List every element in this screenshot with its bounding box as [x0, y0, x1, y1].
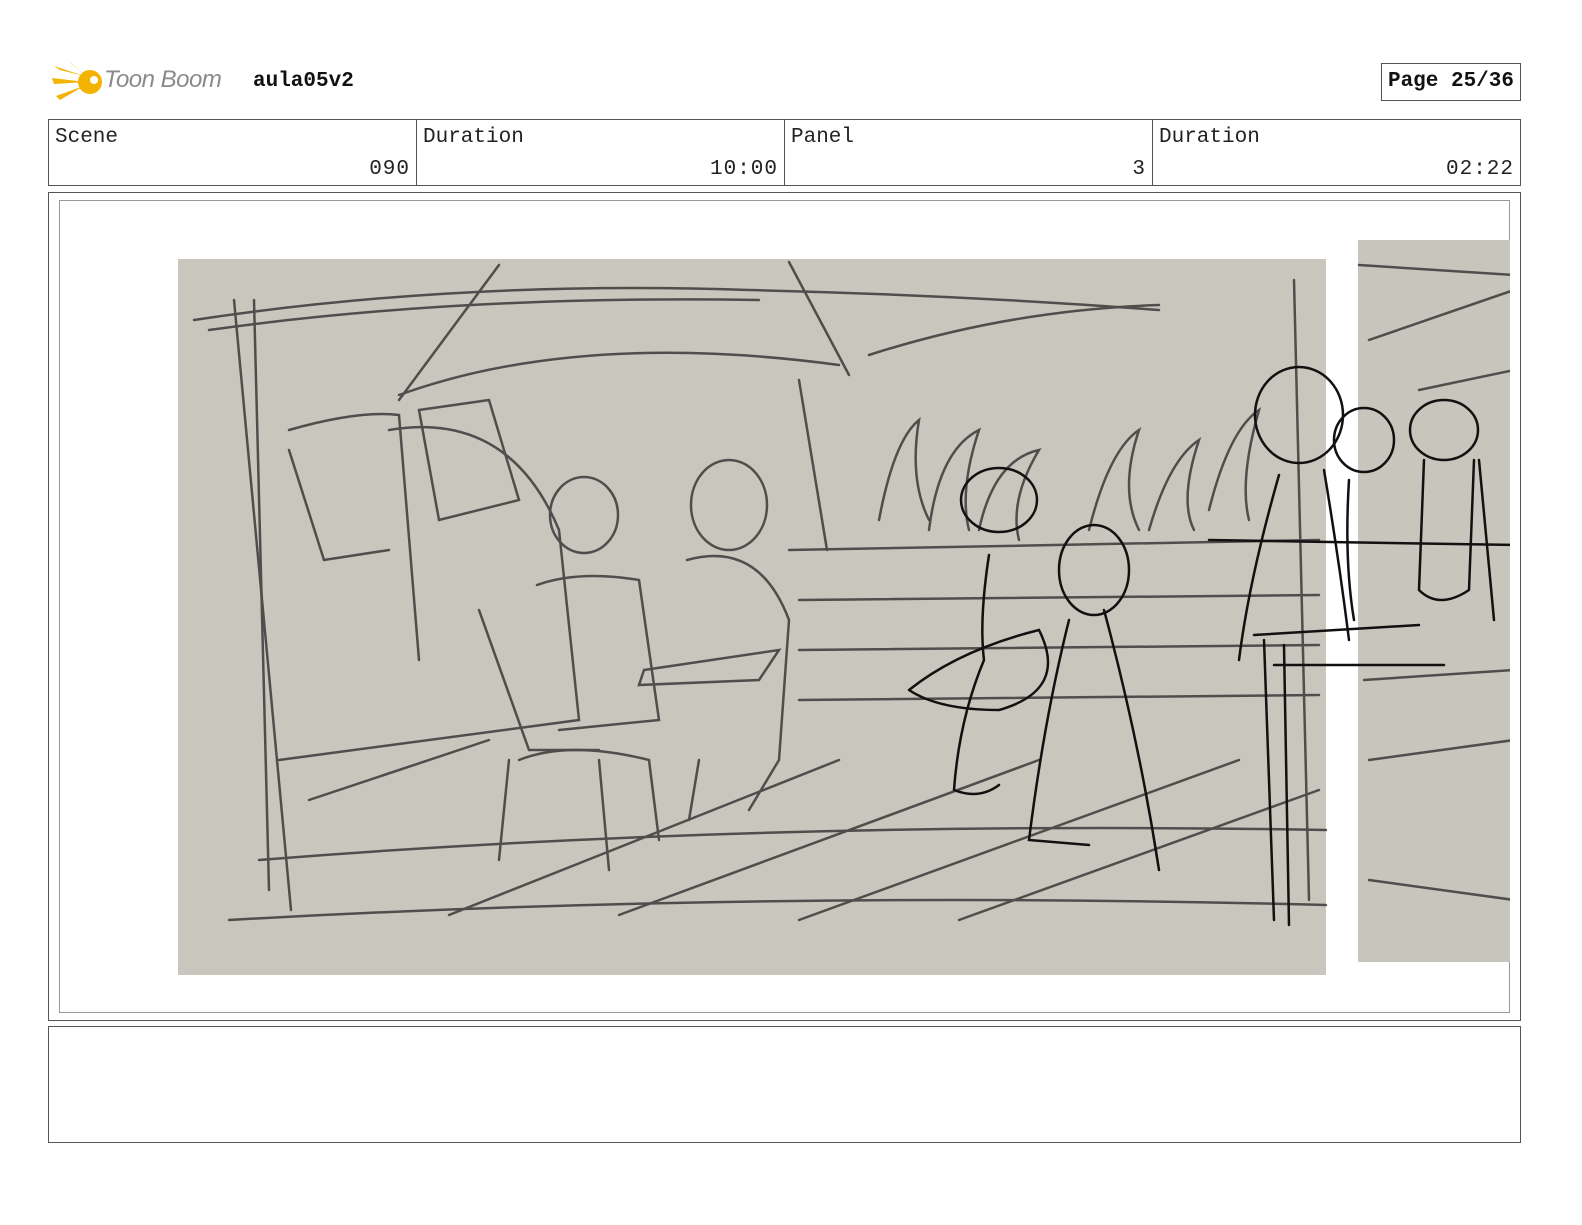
notes-area[interactable] — [48, 1026, 1521, 1143]
page-number: Page 25/36 — [1380, 63, 1521, 101]
sketch-paper-side — [1358, 240, 1510, 962]
toon-boom-logo-icon — [52, 60, 102, 100]
scene-duration-cell: Duration 10:00 — [417, 120, 785, 185]
scene-cell: Scene 090 — [49, 120, 417, 185]
sketch-paper-main — [178, 259, 1326, 975]
panel-label: Panel — [791, 126, 855, 149]
panel-duration-cell: Duration 02:22 — [1153, 120, 1520, 185]
project-title: aula05v2 — [253, 70, 354, 93]
panel-cell: Panel 3 — [785, 120, 1153, 185]
panel-value: 3 — [1132, 158, 1146, 181]
panel-duration-label: Duration — [1159, 126, 1260, 149]
scene-duration-value: 10:00 — [709, 158, 778, 181]
panel-duration-value: 02:22 — [1445, 158, 1514, 181]
scene-duration-label: Duration — [423, 126, 524, 149]
scene-label: Scene — [55, 126, 119, 149]
scene-value: 090 — [369, 158, 410, 181]
scene-info-table: Scene 090 Duration 10:00 Panel 3 Duratio… — [48, 119, 1521, 186]
storyboard-sketch — [178, 240, 1510, 975]
brand-name: Toon Boom — [104, 66, 222, 93]
page-header: Toon Boom aula05v2 Page 25/36 — [48, 56, 1521, 108]
